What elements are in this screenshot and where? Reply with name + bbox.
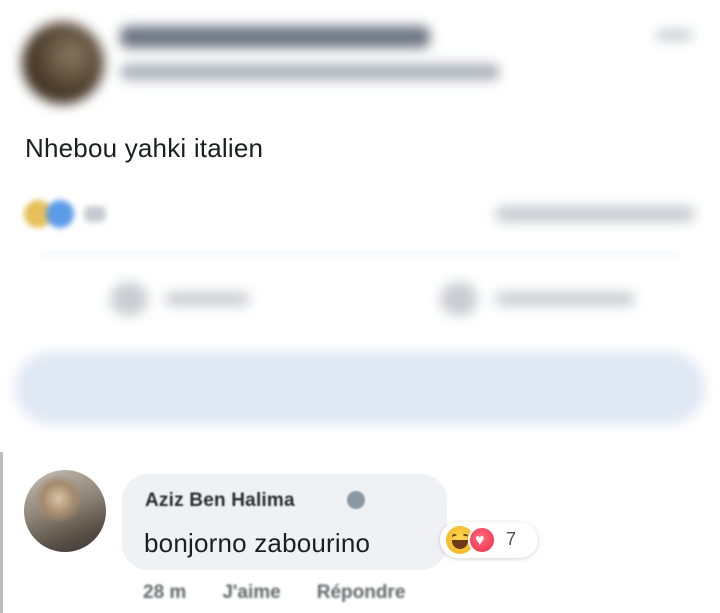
post-divider [40, 252, 680, 254]
like-reaction-icon [46, 200, 74, 228]
post-text: Nhebou yahki italien [25, 133, 264, 163]
comment-text: bonjorno zabourino [144, 528, 371, 558]
comment-author-name[interactable]: Aziz Ben Halima [145, 490, 295, 512]
comment-reactions[interactable]: ♥ 7 [440, 522, 538, 558]
thread-rule [0, 452, 3, 613]
comment-label-blurred [495, 292, 635, 306]
comment-button[interactable] [440, 282, 640, 316]
comment-time[interactable]: 28 m [143, 582, 186, 603]
post-reactions-summary[interactable] [24, 200, 124, 228]
post-author-name-blurred[interactable] [120, 26, 430, 48]
post-more-icon[interactable] [656, 30, 692, 40]
post-card: Nhebou yahki italien [0, 0, 720, 440]
post-author-avatar[interactable] [22, 22, 104, 104]
comment-like-link[interactable]: J'aime [222, 582, 280, 603]
love-reaction-icon: ♥ [468, 526, 496, 554]
comment-input-blurred[interactable] [15, 352, 705, 424]
like-label-blurred [165, 292, 250, 306]
comment-icon [440, 282, 478, 316]
comment-meta-row: 28 m J'aime Répondre [143, 582, 441, 604]
comment-author-avatar[interactable] [24, 470, 106, 552]
thumbs-up-icon [110, 282, 148, 316]
post-meta-blurred [120, 64, 500, 80]
comment-reaction-count: 7 [506, 529, 517, 549]
comment-reply-link[interactable]: Répondre [317, 582, 406, 603]
like-button[interactable] [110, 282, 250, 316]
verified-badge-icon [347, 491, 365, 509]
reaction-count-blurred [84, 206, 106, 222]
comments-count-blurred[interactable] [495, 206, 695, 222]
